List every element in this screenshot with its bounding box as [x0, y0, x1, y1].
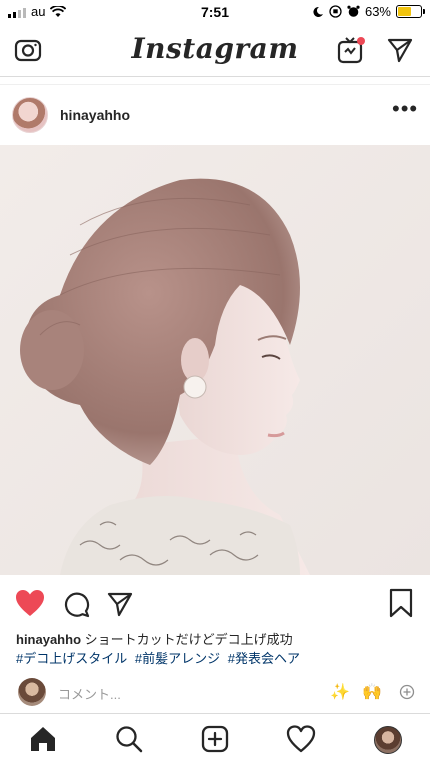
caption-username[interactable]: hinayahho: [16, 632, 81, 647]
comment-input[interactable]: コメント...: [58, 684, 121, 703]
hashtag-link[interactable]: #前髪アレンジ: [135, 651, 220, 666]
battery-percent: 63%: [364, 4, 391, 19]
raised-hands-emoji-button[interactable]: 🙌: [362, 682, 382, 702]
add-comment-row: コメント... ✨ 🙌: [0, 674, 430, 708]
new-post-icon[interactable]: [200, 724, 230, 754]
more-options-icon[interactable]: •••: [392, 98, 417, 122]
current-user-avatar: [18, 678, 46, 706]
share-icon[interactable]: [106, 590, 134, 618]
user-avatar[interactable]: [12, 97, 48, 133]
caption-line: hinayahho ショートカットだけどデコ上げ成功: [16, 630, 416, 649]
sparkles-emoji-button[interactable]: ✨: [330, 682, 350, 702]
orientation-lock-icon: [329, 5, 342, 18]
activity-icon[interactable]: [286, 724, 316, 754]
post-header: hinayahho •••: [0, 90, 430, 140]
battery-level: [398, 7, 412, 16]
battery-icon: [396, 5, 425, 18]
profile-avatar[interactable]: [374, 726, 402, 754]
post-caption: hinayahho ショートカットだけどデコ上げ成功 #デコ上げスタイル #前髪…: [16, 630, 416, 668]
post-username[interactable]: hinayahho: [60, 107, 130, 123]
hashtag-link[interactable]: #デコ上げスタイル: [16, 651, 127, 666]
feed-separator: [0, 84, 430, 85]
status-bar-right: 63%: [312, 4, 425, 19]
post-actions: [0, 582, 430, 626]
add-emoji-icon[interactable]: [399, 684, 415, 700]
direct-message-icon[interactable]: [386, 36, 414, 64]
comment-icon[interactable]: [62, 590, 90, 618]
igtv-icon[interactable]: [336, 35, 366, 65]
bottom-nav: [0, 713, 430, 767]
search-icon[interactable]: [114, 724, 144, 754]
caption-hashtags: #デコ上げスタイル #前髪アレンジ #発表会ヘア: [16, 649, 416, 668]
like-heart-icon[interactable]: [14, 588, 46, 618]
home-icon[interactable]: [28, 724, 58, 754]
hashtag-link[interactable]: #発表会ヘア: [228, 651, 300, 666]
status-bar: au 7:51 63%: [0, 0, 430, 24]
do-not-disturb-icon: [313, 6, 323, 17]
notification-dot: [357, 37, 365, 45]
caption-text: ショートカットだけどデコ上げ成功: [84, 632, 293, 647]
app-header: Instagram: [0, 24, 430, 77]
bookmark-icon[interactable]: [388, 588, 414, 618]
alarm-icon: [347, 5, 360, 17]
post-photo[interactable]: [0, 145, 430, 575]
